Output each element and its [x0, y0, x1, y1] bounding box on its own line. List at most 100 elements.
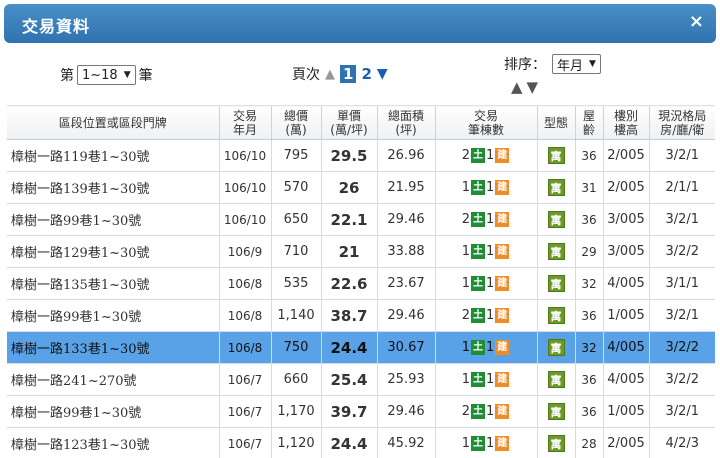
header-text: 現況格局: [658, 108, 707, 123]
table-header: 區段位置或區段門牌 交易 年月 總價 (萬) 單價 (萬/坪) 總面積 (坪) 交易 筆棟數 型態屋齡…: [7, 105, 715, 140]
table-row[interactable]: 樟樹一路139巷1~30號 106/10 570 26 21.95 1 土 1 建寓 31 2/00…: [7, 171, 715, 204]
building-badge: 建: [495, 148, 510, 163]
land-badge: 土: [471, 244, 485, 259]
apartment-type-badge: 寓: [547, 371, 565, 388]
table-row[interactable]: 樟樹一路99巷1~30號 106/10 650 22.1 29.46 2 土 1 建寓 36 3/0…: [7, 203, 715, 236]
header-text: 筆棟數: [467, 122, 504, 137]
apartment-type-badge: 寓: [547, 147, 565, 164]
cell-total-price: 1,120: [270, 427, 321, 458]
land-badge: 土: [471, 372, 485, 387]
building-count: 1: [486, 308, 495, 323]
cell-age: 36: [574, 299, 603, 332]
header-text: 房/廳/衛: [660, 122, 705, 137]
range-select-value: 1~18: [82, 67, 118, 83]
cell-date: 106/10: [218, 139, 271, 172]
cell-address: 樟樹一路99巷1~30號: [7, 395, 219, 428]
cell-count: 1土1建: [434, 331, 537, 364]
close-icon[interactable]: ×: [689, 11, 704, 32]
cell-unit-price: 21: [320, 235, 377, 268]
controls-bar: 第 1~18 ▼ 筆 頁次 ▲ 1 2 ▼ 排序： 年月 ▼ ▲▼: [0, 52, 720, 102]
sort-select[interactable]: 年月 ▼: [552, 54, 601, 74]
header-text: (萬): [285, 122, 307, 137]
cell-type: 寓: [536, 427, 575, 458]
cell-area: 45.92: [376, 427, 435, 458]
cell-age: 36: [574, 363, 603, 396]
next-page-icon[interactable]: ▼: [377, 66, 388, 82]
dialog-title: 交易資料: [22, 17, 91, 36]
cell-total-price: 750: [270, 331, 321, 364]
cell-type: 寓: [536, 267, 575, 300]
building-badge: 建: [495, 244, 510, 259]
col-date-header: 交易 年月: [218, 105, 271, 140]
table-row[interactable]: 樟樹一路99巷1~30號 106/8 1,140 38.7 29.46 2 土 1 建寓 36 1/…: [7, 299, 715, 332]
land-count: 2: [461, 404, 470, 419]
building-badge: 建: [495, 372, 510, 387]
cell-total-price: 795: [270, 139, 321, 172]
cell-address: 樟樹一路99巷1~30號: [7, 203, 219, 236]
cell-date: 106/7: [218, 395, 271, 428]
land-count: 2: [461, 308, 470, 323]
table-body: 樟樹一路119巷1~30號 106/10 795 29.5 26.96 2 土 1 建寓 36 2/…: [7, 139, 715, 458]
table-row[interactable]: 樟樹一路119巷1~30號 106/10 795 29.5 26.96 2 土 1 建寓 36 2/…: [7, 139, 715, 172]
header-text: 交易: [473, 108, 498, 123]
cell-type: 寓: [536, 139, 575, 172]
building-count: 1: [486, 404, 495, 419]
sort-desc-icon[interactable]: ▼: [527, 78, 543, 96]
cell-total-price: 650: [270, 203, 321, 236]
land-badge: 土: [471, 340, 485, 355]
cell-floor: 2/005: [602, 139, 649, 172]
header-text: 總價: [283, 108, 308, 123]
table-row[interactable]: 樟樹一路129巷1~30號 106/9 710 21 33.88 1 土 1 建寓 29 3/005…: [7, 235, 715, 268]
cell-date: 106/10: [218, 171, 271, 204]
col-type-header: 型態: [536, 105, 575, 140]
cell-area: 33.88: [376, 235, 435, 268]
building-badge: 建: [495, 340, 510, 355]
cell-area: 23.67: [376, 267, 435, 300]
cell-total-price: 1,170: [270, 395, 321, 428]
cell-layout: 2/1/1: [648, 171, 715, 204]
building-count: 1: [486, 436, 495, 451]
range-select[interactable]: 1~18 ▼: [77, 65, 136, 85]
chevron-down-icon: ▼: [123, 70, 131, 80]
table-row[interactable]: 樟樹一路241~270號 106/7 660 25.4 25.93 1 土 1 建寓 36 4/00…: [7, 363, 715, 396]
cell-unit-price: 25.4: [320, 363, 377, 396]
header-text: 交易: [232, 108, 257, 123]
table-row[interactable]: 樟樹一路135巷1~30號 106/8 535 22.6 23.67 1 土 1 建寓 32 4/0…: [7, 267, 715, 300]
building-badge: 建: [495, 212, 510, 227]
cell-layout: 4/2/3: [648, 427, 715, 458]
sort-asc-icon[interactable]: ▲: [511, 78, 527, 96]
header-text: 區段位置或區段門牌: [58, 115, 167, 130]
cell-type: 寓: [536, 363, 575, 396]
land-count: 1: [461, 436, 470, 451]
header-text: (坪): [395, 122, 417, 137]
cell-area: 29.46: [376, 203, 435, 236]
transactions-table: 區段位置或區段門牌 交易 年月 總價 (萬) 單價 (萬/坪) 總面積 (坪) 交易 筆棟數 型態屋齡…: [7, 105, 715, 458]
range-selector: 第 1~18 ▼ 筆: [60, 65, 153, 85]
col-unit-price-header: 單價 (萬/坪): [320, 105, 377, 140]
cell-area: 29.46: [376, 299, 435, 332]
cell-area: 21.95: [376, 171, 435, 204]
header-text: 型態: [543, 115, 568, 130]
cell-unit-price: 38.7: [320, 299, 377, 332]
cell-layout: 3/2/1: [648, 395, 715, 428]
building-badge: 建: [495, 180, 510, 195]
cell-count: 2土1建: [434, 139, 537, 172]
header-text: 樓別: [613, 108, 638, 123]
dialog-titlebar: 交易資料 ×: [4, 4, 716, 43]
cell-date: 106/8: [218, 331, 271, 364]
cell-type: 寓: [536, 395, 575, 428]
page-2-link[interactable]: 2: [361, 65, 371, 83]
table-row[interactable]: 樟樹一路99巷1~30號 106/7 1,170 39.7 29.46 2 土 1 建寓 36 1/…: [7, 395, 715, 428]
table-row[interactable]: 樟樹一路123巷1~30號 106/7 1,120 24.4 45.92 1 土 1 建寓 28 2…: [7, 427, 715, 458]
header-text: 樓高: [613, 122, 638, 137]
col-total-header: 總價 (萬): [270, 105, 321, 140]
table-row[interactable]: 樟樹一路133巷1~30號 106/8 750 24.4 30.67 1 土 1 建寓 32 4/0…: [7, 331, 715, 364]
apartment-type-badge: 寓: [547, 275, 565, 292]
cell-floor: 4/005: [602, 331, 649, 364]
cell-date: 106/8: [218, 267, 271, 300]
apartment-type-badge: 寓: [547, 211, 565, 228]
sort-label: 排序：: [504, 57, 546, 73]
apartment-type-badge: 寓: [547, 243, 565, 260]
land-count: 1: [461, 180, 470, 195]
building-badge: 建: [495, 276, 510, 291]
